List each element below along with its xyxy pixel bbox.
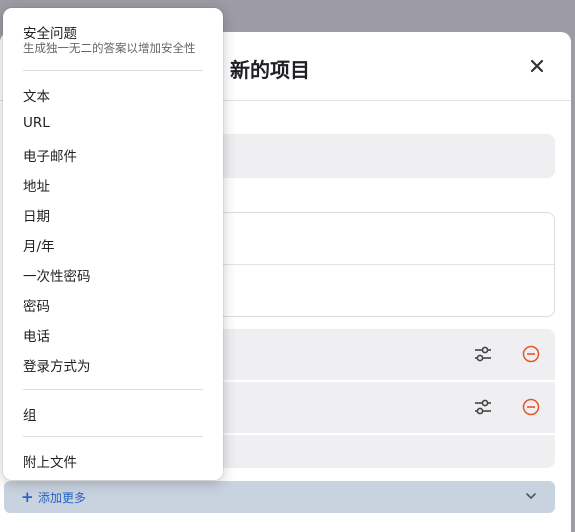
menu-item-label: 电话 [23, 329, 50, 345]
remove-circle-icon [522, 345, 540, 363]
menu-divider [23, 436, 203, 437]
menu-item-label: 日期 [23, 209, 50, 225]
menu-item-one-time-password[interactable]: 一次性密码 [3, 260, 223, 288]
chevron-down-icon [526, 493, 536, 499]
menu-divider [23, 70, 203, 71]
custom-field-row[interactable] [218, 329, 555, 380]
menu-item-label: 文本 [23, 89, 50, 105]
menu-item-text[interactable]: 文本 [3, 80, 223, 108]
menu-item-description: 生成独一无二的答案以增加安全性 [23, 41, 196, 55]
sliders-icon [475, 399, 491, 415]
add-more-button[interactable]: + 添加更多 [4, 481, 555, 513]
title-field[interactable] [218, 134, 555, 178]
remove-circle-icon [522, 398, 540, 416]
menu-item-label: 密码 [23, 299, 50, 315]
custom-field-row[interactable] [218, 435, 555, 468]
menu-divider [23, 389, 203, 390]
menu-item-label: 地址 [23, 179, 50, 195]
close-button[interactable] [525, 54, 549, 78]
field-type-menu: 安全问题 生成独一无二的答案以增加安全性 文本 URL 电子邮件 地址 日期 月… [3, 8, 223, 480]
menu-item-date[interactable]: 日期 [3, 200, 223, 228]
sliders-icon [475, 346, 491, 362]
remove-field-button[interactable] [520, 396, 542, 418]
menu-item-label: 电子邮件 [23, 149, 77, 165]
menu-item-security-question[interactable]: 安全问题 生成独一无二的答案以增加安全性 [3, 8, 223, 64]
menu-item-label: 登录方式为 [23, 359, 91, 375]
menu-item-sign-in-with[interactable]: 登录方式为 [3, 350, 223, 378]
custom-field-row[interactable] [218, 382, 555, 433]
field-divider [219, 264, 554, 265]
add-more-label: 添加更多 [38, 491, 87, 505]
plus-icon: + [21, 488, 34, 506]
menu-item-attach-file[interactable]: 附上文件 [3, 446, 223, 474]
menu-item-label: 附上文件 [23, 455, 77, 471]
menu-item-month-year[interactable]: 月/年 [3, 230, 223, 258]
menu-item-label: 组 [23, 408, 37, 424]
menu-item-label: 月/年 [23, 239, 55, 255]
remove-field-button[interactable] [520, 343, 542, 365]
menu-item-email[interactable]: 电子邮件 [3, 140, 223, 168]
dialog-title: 新的项目 [230, 58, 310, 82]
menu-item-password[interactable]: 密码 [3, 290, 223, 318]
menu-item-label: 安全问题 [23, 26, 77, 42]
menu-item-address[interactable]: 地址 [3, 170, 223, 198]
menu-item-label: URL [23, 115, 50, 131]
field-settings-button[interactable] [472, 343, 494, 365]
field-settings-button[interactable] [472, 396, 494, 418]
menu-item-url[interactable]: URL [3, 110, 223, 138]
menu-item-phone[interactable]: 电话 [3, 320, 223, 348]
menu-item-group[interactable]: 组 [3, 399, 223, 427]
menu-item-label: 一次性密码 [23, 269, 91, 285]
close-icon [530, 59, 544, 73]
credentials-field-group [218, 212, 555, 317]
